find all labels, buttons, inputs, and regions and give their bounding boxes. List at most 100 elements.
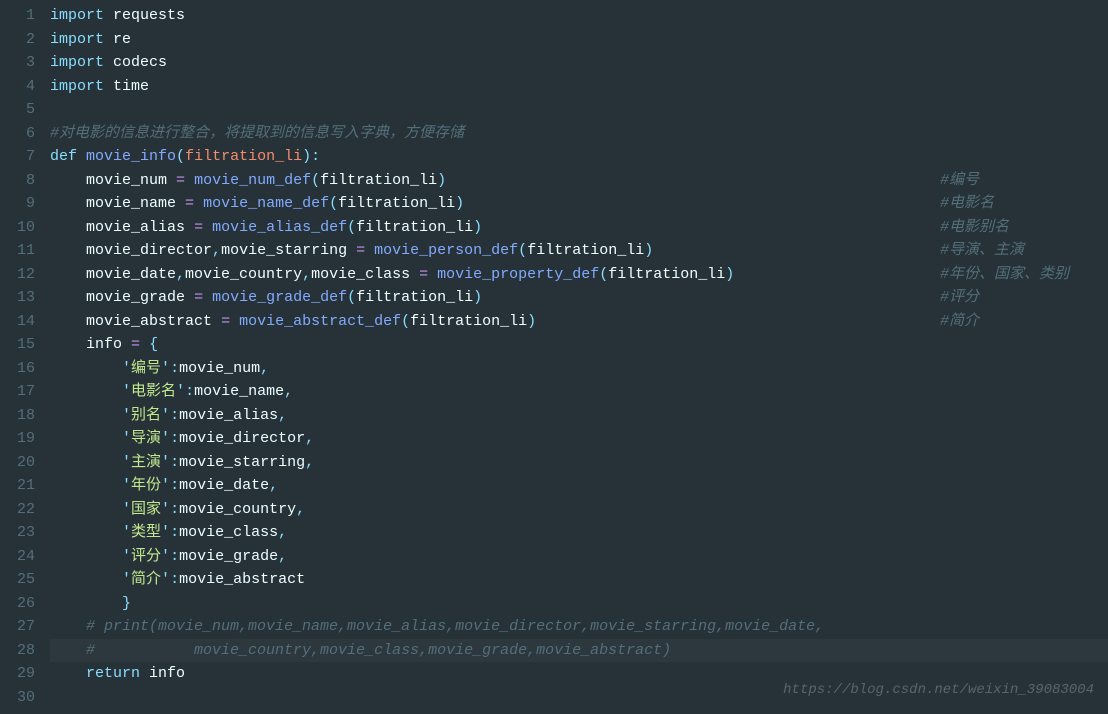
code-token: = (185, 195, 194, 212)
line-number: 4 (0, 75, 35, 99)
code-token: ( (311, 172, 320, 189)
code-line[interactable]: movie_date,movie_country,movie_class = m… (50, 263, 1108, 287)
code-editor[interactable]: 1234567891011121314151617181920212223242… (0, 0, 1108, 714)
code-token (50, 618, 86, 635)
code-token (50, 430, 122, 447)
code-token: ' (122, 571, 131, 588)
inline-comment: #电影名 (940, 192, 994, 216)
code-token: filtration_li (410, 313, 527, 330)
code-line[interactable]: } (50, 592, 1108, 616)
code-token (167, 172, 176, 189)
code-token: ' (122, 407, 131, 424)
line-number: 18 (0, 404, 35, 428)
line-number: 16 (0, 357, 35, 381)
code-token (185, 219, 194, 236)
code-token: codecs (113, 54, 167, 71)
code-token: = (131, 336, 140, 353)
code-token (104, 7, 113, 24)
code-line[interactable]: info = { (50, 333, 1108, 357)
code-token (230, 313, 239, 330)
code-line[interactable]: movie_abstract = movie_abstract_def(filt… (50, 310, 1108, 334)
code-token: filtration_li (608, 266, 725, 283)
code-token: : (170, 430, 179, 447)
code-line[interactable]: import time (50, 75, 1108, 99)
code-line[interactable]: # print(movie_num,movie_name,movie_alias… (50, 615, 1108, 639)
line-number: 10 (0, 216, 35, 240)
code-token: movie_grade (86, 289, 185, 306)
code-token (50, 289, 86, 306)
line-number: 27 (0, 615, 35, 639)
code-line[interactable]: movie_name = movie_name_def(filtration_l… (50, 192, 1108, 216)
code-token: ' (161, 407, 170, 424)
code-token: : (170, 548, 179, 565)
code-token: ' (161, 454, 170, 471)
code-line[interactable]: #对电影的信息进行整合，将提取到的信息写入字典，方便存储 (50, 122, 1108, 146)
code-token: movie_abstract_def (239, 313, 401, 330)
code-line[interactable]: import re (50, 28, 1108, 52)
code-line[interactable]: def movie_info(filtration_li): (50, 145, 1108, 169)
code-token: = (194, 289, 203, 306)
code-token: movie_name_def (203, 195, 329, 212)
code-line[interactable]: '类型':movie_class, (50, 521, 1108, 545)
line-number: 14 (0, 310, 35, 334)
code-line[interactable] (50, 98, 1108, 122)
code-line[interactable]: '简介':movie_abstract (50, 568, 1108, 592)
code-token: filtration_li (356, 289, 473, 306)
code-token (50, 219, 86, 236)
code-token (176, 195, 185, 212)
code-token (50, 595, 122, 612)
code-token: filtration_li (320, 172, 437, 189)
code-token: = (419, 266, 428, 283)
code-line[interactable]: '别名':movie_alias, (50, 404, 1108, 428)
code-token: 别名 (131, 407, 161, 424)
line-number: 19 (0, 427, 35, 451)
code-line[interactable]: '导演':movie_director, (50, 427, 1108, 451)
code-token: , (302, 266, 311, 283)
code-token: requests (113, 7, 185, 24)
code-token: 评分 (131, 548, 161, 565)
code-token: #对电影的信息进行整合，将提取到的信息写入字典，方便存储 (50, 125, 464, 142)
code-token: filtration_li (338, 195, 455, 212)
line-number: 23 (0, 521, 35, 545)
code-line[interactable]: '编号':movie_num, (50, 357, 1108, 381)
code-line[interactable]: movie_director,movie_starring = movie_pe… (50, 239, 1108, 263)
code-line[interactable]: '电影名':movie_name, (50, 380, 1108, 404)
code-token: movie_num_def (194, 172, 311, 189)
code-token: , (305, 454, 314, 471)
code-token: : (170, 407, 179, 424)
code-token: ' (122, 360, 131, 377)
code-area[interactable]: import requestsimport reimport codecsimp… (50, 0, 1108, 714)
code-token: movie_alias (86, 219, 185, 236)
code-token (50, 266, 86, 283)
code-token (77, 148, 86, 165)
code-token: : (170, 501, 179, 518)
code-line[interactable]: movie_num = movie_num_def(filtration_li)… (50, 169, 1108, 193)
code-line[interactable]: '主演':movie_starring, (50, 451, 1108, 475)
inline-comment: #年份、国家、类别 (940, 263, 1069, 287)
code-line[interactable]: # movie_country,movie_class,movie_grade,… (50, 639, 1108, 663)
code-token: filtration_li (527, 242, 644, 259)
code-token: movie_country (185, 266, 302, 283)
line-number: 26 (0, 592, 35, 616)
code-token: 类型 (131, 524, 161, 541)
code-line[interactable]: '国家':movie_country, (50, 498, 1108, 522)
code-line[interactable]: movie_grade = movie_grade_def(filtration… (50, 286, 1108, 310)
code-line[interactable]: '年份':movie_date, (50, 474, 1108, 498)
line-number: 2 (0, 28, 35, 52)
code-line[interactable]: '评分':movie_grade, (50, 545, 1108, 569)
code-token: re (113, 31, 131, 48)
code-token: movie_alias (179, 407, 278, 424)
code-token: movie_date (179, 477, 269, 494)
code-token: 简介 (131, 571, 161, 588)
code-line[interactable]: movie_alias = movie_alias_def(filtration… (50, 216, 1108, 240)
code-line[interactable]: import codecs (50, 51, 1108, 75)
code-token: movie_grade (179, 548, 278, 565)
code-token: movie_starring (179, 454, 305, 471)
code-token (203, 289, 212, 306)
code-token (50, 313, 86, 330)
code-token (50, 407, 122, 424)
code-token: = (176, 172, 185, 189)
code-token: : (170, 454, 179, 471)
code-token (50, 571, 122, 588)
code-line[interactable]: import requests (50, 4, 1108, 28)
